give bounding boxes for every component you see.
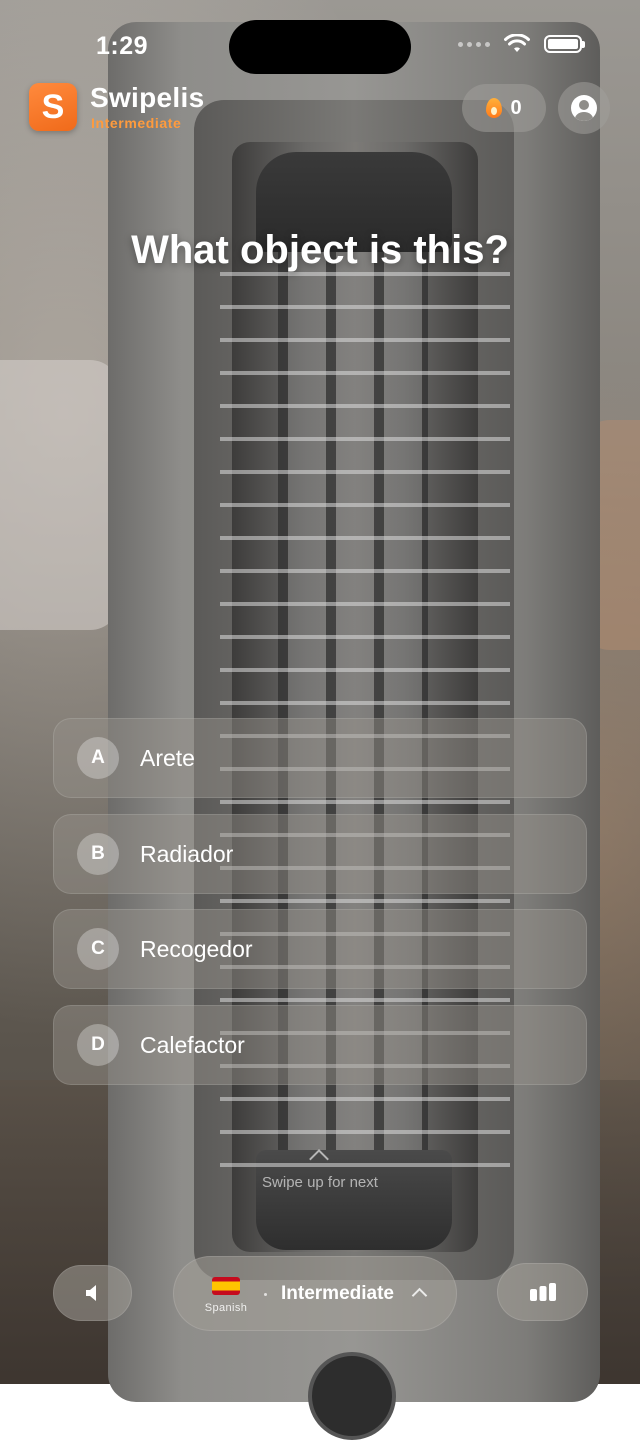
- option-letter-badge: D: [77, 1024, 119, 1066]
- option-letter-badge: A: [77, 737, 119, 779]
- answer-option-b[interactable]: B Radiador: [53, 814, 587, 894]
- status-icons: [458, 34, 585, 54]
- answer-option-d[interactable]: D Calefactor: [53, 1005, 587, 1085]
- option-text: Calefactor: [140, 1031, 245, 1058]
- app-logo: S: [29, 83, 77, 131]
- sound-button[interactable]: [53, 1265, 132, 1321]
- question-title: What object is this?: [131, 228, 509, 272]
- background-sofa: [0, 360, 120, 630]
- streak-button[interactable]: 0: [462, 84, 546, 132]
- separator-dot: [264, 1293, 267, 1296]
- stats-icon: [529, 1283, 556, 1301]
- swipe-hint: Swipe up for next: [262, 1174, 378, 1191]
- status-time: 1:29: [96, 32, 149, 60]
- option-letter-badge: C: [77, 928, 119, 970]
- header-level-label: Intermediate: [91, 115, 182, 131]
- streak-count: 0: [510, 96, 522, 119]
- option-text: Arete: [140, 744, 195, 771]
- signal-icon: [458, 41, 490, 47]
- language-level-selector[interactable]: Spanish Intermediate: [173, 1256, 457, 1331]
- wifi-icon: [504, 34, 530, 52]
- answer-option-a[interactable]: A Arete: [53, 718, 587, 798]
- heater-knob: [308, 1352, 396, 1440]
- app-name: Swipelis: [90, 82, 205, 113]
- level-label: Intermediate: [281, 1283, 394, 1304]
- stats-button[interactable]: [497, 1263, 588, 1321]
- option-letter-badge: B: [77, 833, 119, 875]
- chevron-up-icon: [411, 1287, 428, 1304]
- answer-option-c[interactable]: C Recogedor: [53, 909, 587, 989]
- speaker-icon: [85, 1285, 96, 1301]
- flame-icon: [486, 98, 503, 118]
- option-text: Radiador: [140, 840, 234, 867]
- user-icon: [571, 95, 597, 121]
- option-text: Recogedor: [140, 935, 253, 962]
- profile-button[interactable]: [558, 82, 610, 134]
- language-label: Spanish: [204, 1302, 248, 1314]
- dynamic-island: [229, 20, 411, 74]
- spain-flag-icon: [212, 1277, 240, 1295]
- battery-icon: [544, 35, 585, 53]
